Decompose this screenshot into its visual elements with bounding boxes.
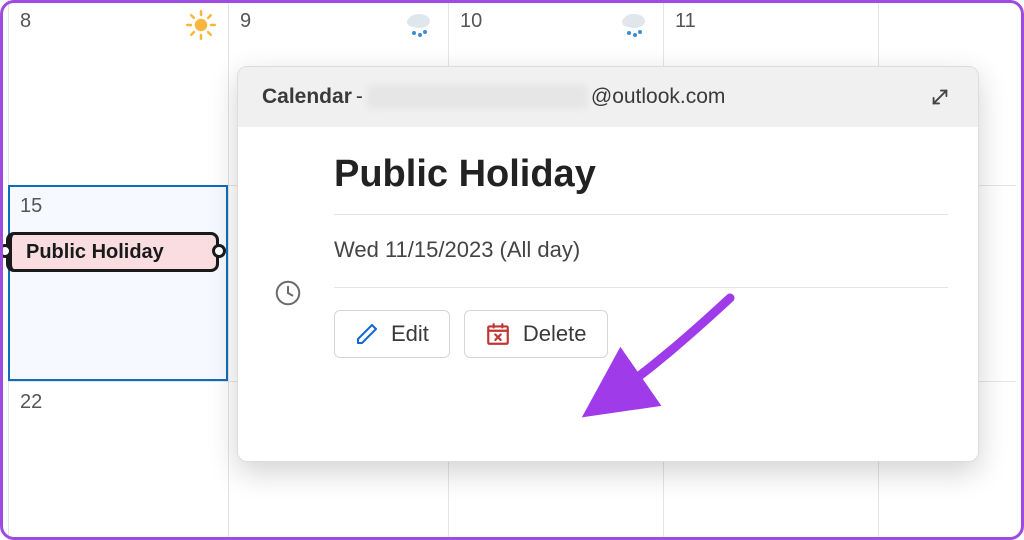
event-resize-handle-right[interactable] — [212, 244, 226, 258]
pencil-icon — [355, 322, 379, 346]
event-datetime: Wed 11/15/2023 (All day) — [334, 237, 580, 263]
account-name-redacted — [367, 85, 587, 109]
delete-label: Delete — [523, 321, 587, 347]
popup-header: Calendar - @outlook.com — [238, 67, 978, 127]
calendar-name-label: Calendar — [262, 85, 352, 109]
event-title: Public Holiday — [334, 153, 948, 196]
expand-icon[interactable] — [926, 83, 954, 111]
day-number: 15 — [20, 195, 42, 218]
email-domain-label: @outlook.com — [591, 85, 726, 109]
clock-icon — [272, 277, 304, 309]
divider — [334, 287, 948, 288]
delete-button[interactable]: Delete — [464, 310, 608, 358]
weather-rain-icon — [403, 10, 435, 45]
edit-label: Edit — [391, 321, 429, 347]
day-cell-22[interactable]: 22 — [8, 381, 228, 424]
day-number: 11 — [675, 10, 696, 32]
day-number: 8 — [20, 10, 31, 32]
divider — [334, 214, 948, 215]
event-title-text: Public Holiday — [26, 241, 164, 264]
day-cell-11[interactable]: 11 — [663, 0, 878, 43]
day-number: 9 — [240, 10, 251, 32]
weather-sunny-icon — [186, 10, 216, 45]
edit-button[interactable]: Edit — [334, 310, 450, 358]
event-details-popup: Calendar - @outlook.com Public Holiday W… — [237, 66, 979, 462]
weather-rain-icon — [618, 10, 650, 45]
day-number: 22 — [20, 391, 42, 413]
day-number: 10 — [460, 10, 482, 32]
event-pill-public-holiday[interactable]: Public Holiday — [6, 232, 219, 272]
separator: - — [356, 85, 363, 109]
calendar-delete-icon — [485, 321, 511, 347]
